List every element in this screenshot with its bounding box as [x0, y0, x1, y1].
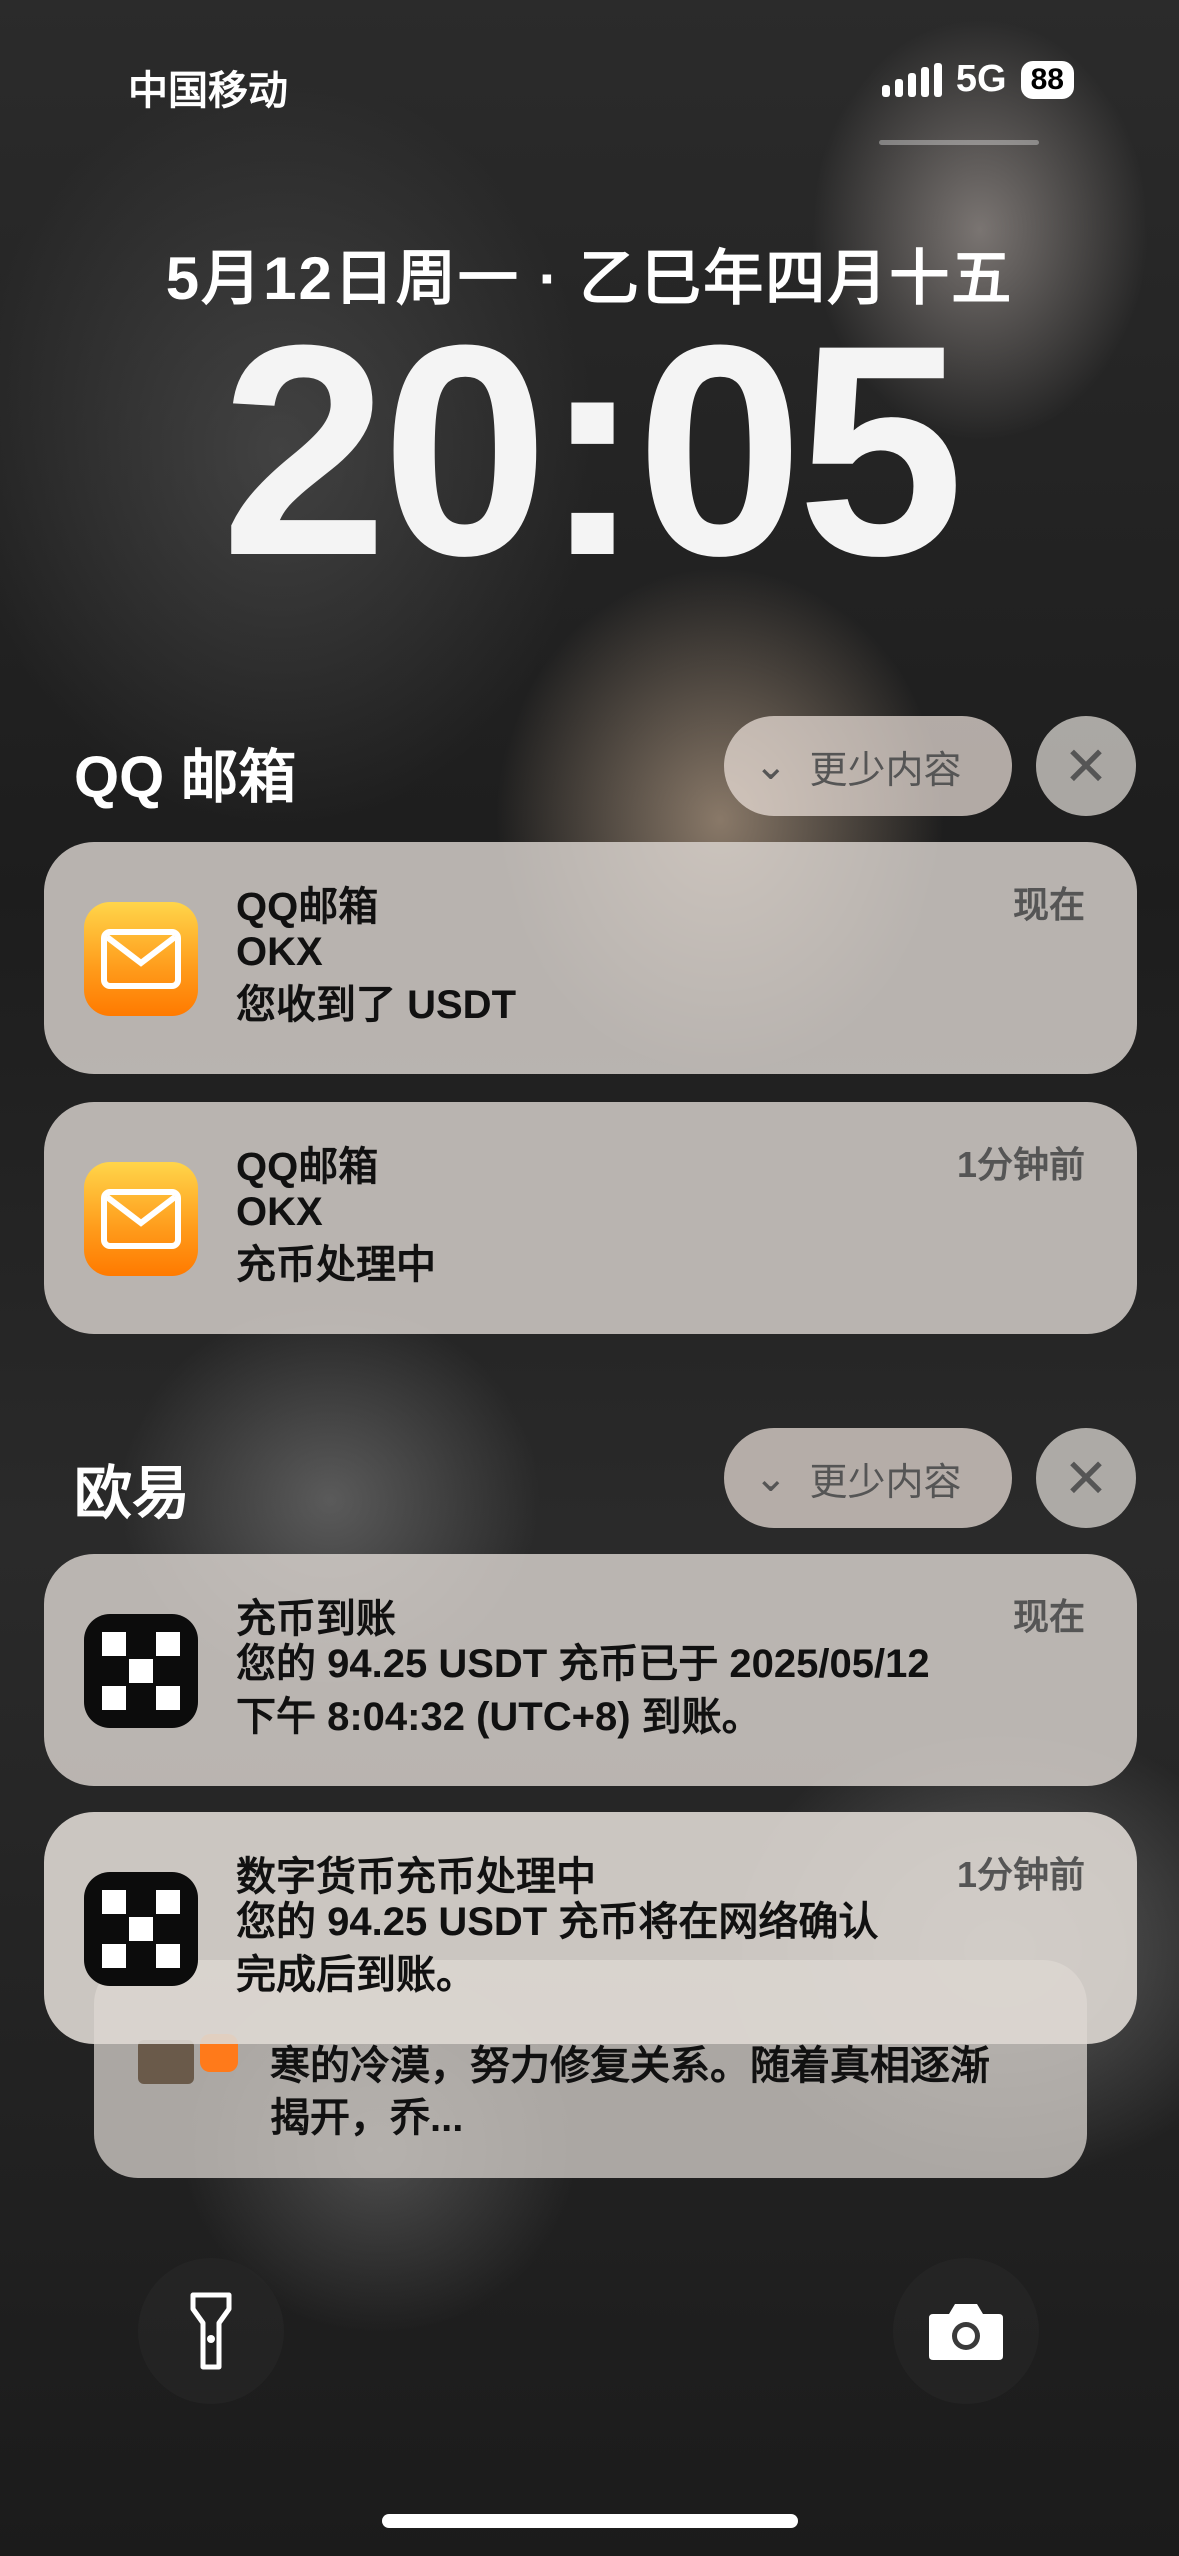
thumbnail-image: [138, 2040, 194, 2084]
stacked-notification-line: 揭开，乔...: [270, 2096, 464, 2140]
group-title-qqmail: QQ 邮箱: [74, 745, 297, 810]
camera-button[interactable]: [893, 2258, 1039, 2404]
show-less-button[interactable]: ⌄ 更少内容: [724, 716, 1012, 816]
group-title-okx: 欧易: [74, 1461, 191, 1526]
notification-body: OKX 您收到了 USDT: [236, 926, 1067, 1032]
show-less-label: 更少内容: [809, 1461, 962, 1504]
stacked-notification-body: 寒的冷漠，努力修复关系。随着真相逐渐 揭开，乔...: [270, 2040, 990, 2144]
notification-time: 1分钟前: [956, 1854, 1085, 1895]
notification-title: 充币到账: [236, 1597, 396, 1641]
notification-message-line: 您的 94.25 USDT 充币将在网络确认: [236, 1900, 879, 1944]
notification-message: 您收到了 USDT: [236, 983, 516, 1027]
battery-indicator: 88: [1020, 60, 1074, 99]
notification-message-line: 完成后到账。: [236, 1953, 476, 1997]
chevron-down-icon: ⌄: [754, 1456, 788, 1500]
clear-group-button[interactable]: ✕: [1036, 716, 1136, 816]
notification-card[interactable]: 数字货币充币处理中 1分钟前 您的 94.25 USDT 充币将在网络确认 完成…: [44, 1812, 1137, 2044]
status-indicators: 5G 88: [881, 58, 1074, 101]
network-type: 5G: [955, 58, 1007, 100]
mail-icon: [84, 902, 198, 1016]
control-center-hint: [879, 140, 1039, 145]
notification-title: QQ邮箱: [236, 1145, 379, 1189]
notification-card[interactable]: QQ邮箱 1分钟前 OKX 充币处理中: [44, 1102, 1137, 1334]
show-less-button[interactable]: ⌄ 更少内容: [724, 1428, 1012, 1528]
show-less-label: 更少内容: [809, 749, 962, 792]
notification-card[interactable]: 充币到账 现在 您的 94.25 USDT 充币已于 2025/05/12 下午…: [44, 1554, 1137, 1786]
notification-sender: OKX: [236, 930, 323, 974]
notification-message: 充币处理中: [236, 1243, 436, 1287]
notification-time: 1分钟前: [956, 1144, 1085, 1185]
notification-time: 现在: [1012, 1596, 1085, 1637]
clear-group-button[interactable]: ✕: [1036, 1428, 1136, 1528]
notification-title: 数字货币充币处理中: [236, 1855, 596, 1899]
close-icon: ✕: [1063, 736, 1109, 797]
okx-logo-icon: [84, 1614, 198, 1728]
notification-sender: OKX: [236, 1190, 323, 1234]
camera-icon: [929, 2304, 1003, 2360]
flashlight-button[interactable]: [138, 2258, 284, 2404]
close-icon: ✕: [1063, 1448, 1109, 1509]
lock-clock: 20:05: [220, 282, 964, 618]
notification-time: 现在: [1012, 884, 1085, 925]
notification-message-line: 您的 94.25 USDT 充币已于 2025/05/12: [236, 1642, 930, 1686]
notification-card[interactable]: QQ邮箱 现在 OKX 您收到了 USDT: [44, 842, 1137, 1074]
notification-title: QQ邮箱: [236, 885, 379, 929]
chevron-down-icon: ⌄: [754, 744, 788, 788]
okx-logo-icon: [84, 1872, 198, 1986]
flashlight-icon: [190, 2292, 232, 2370]
notification-message-line: 下午 8:04:32 (UTC+8) 到账。: [236, 1695, 762, 1739]
notification-body: 您的 94.25 USDT 充币将在网络确认 完成后到账。: [236, 1896, 1067, 2002]
notification-body: OKX 充币处理中: [236, 1186, 1067, 1292]
notification-body: 您的 94.25 USDT 充币已于 2025/05/12 下午 8:04:32…: [236, 1638, 1067, 1744]
signal-icon: [881, 62, 942, 97]
mail-icon: [84, 1162, 198, 1276]
stacked-notification-line: 寒的冷漠，努力修复关系。随着真相逐渐: [270, 2044, 990, 2088]
carrier-label: 中国移动: [128, 69, 288, 113]
home-indicator[interactable]: [382, 2514, 798, 2528]
